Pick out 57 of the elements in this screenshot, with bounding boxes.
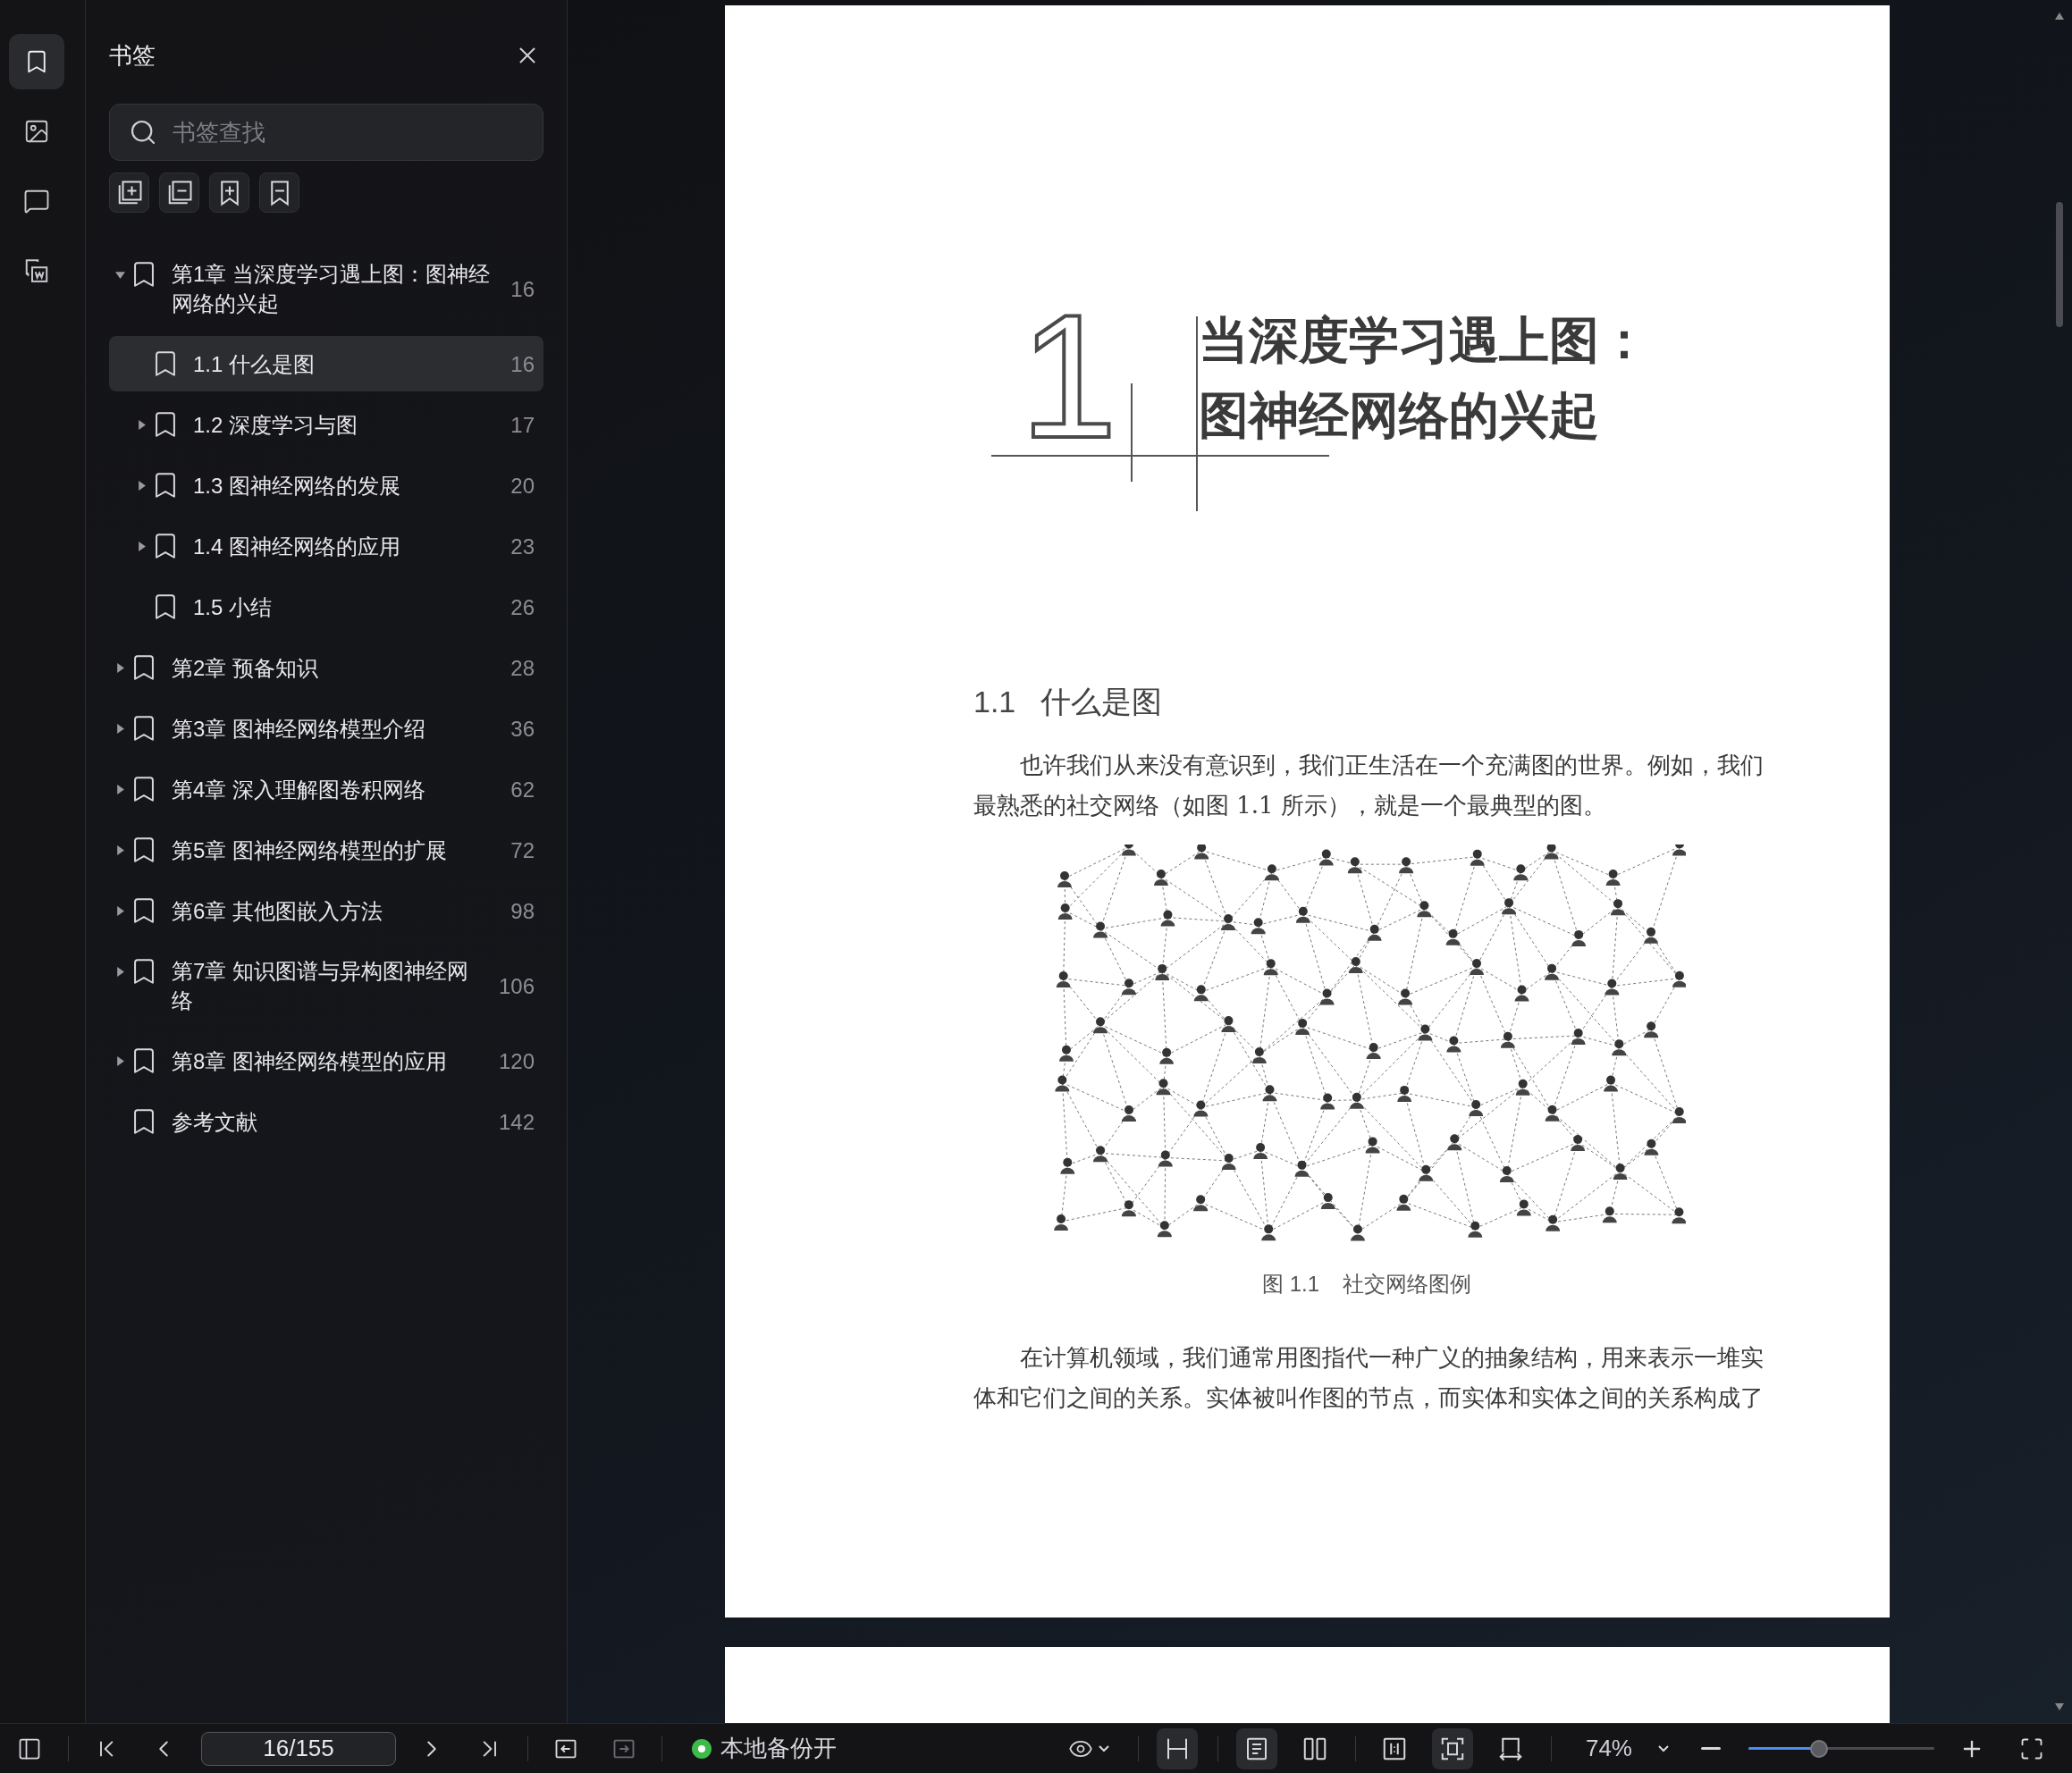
caret-icon <box>1099 1744 1110 1752</box>
section-number: 1.1 <box>973 684 1016 719</box>
bookmark-item[interactable]: 1.4 图神经网络的应用 23 <box>109 518 543 574</box>
tool-button[interactable] <box>259 172 299 213</box>
search-icon <box>129 118 157 147</box>
caret-right-icon[interactable] <box>114 663 125 673</box>
caret-down-icon[interactable] <box>114 270 125 280</box>
caret-right-icon[interactable] <box>114 724 125 734</box>
scroll-down-icon[interactable] <box>2055 1703 2064 1710</box>
bookmark-item[interactable]: 参考文献 142 <box>109 1094 543 1149</box>
chapter-number: 1 <box>1020 290 1117 465</box>
minus-icon <box>1701 1747 1721 1750</box>
layout-button[interactable] <box>1431 1727 1473 1769</box>
caret-right-icon[interactable] <box>136 481 147 491</box>
bookmark-item[interactable]: 第7章 知识图谱与异构图神经网络 106 <box>109 944 543 1028</box>
bookmark-item[interactable]: 第2章 预备知识 28 <box>109 640 543 695</box>
panel-title: 书签 <box>109 41 156 71</box>
bookmark-item[interactable]: 第3章 图神经网络模型介绍 36 <box>109 701 543 756</box>
figure-caption: 社交网络图例 <box>1343 1271 1471 1298</box>
caret-right-icon[interactable] <box>114 906 125 916</box>
layout-button[interactable] <box>1156 1727 1198 1769</box>
caret-icon <box>1658 1744 1669 1752</box>
paragraph: 在计算机领域，我们通常用图指代一种广义的抽象结构，用来表示一堆实 体和它们之间的关系。实体被叫作图的节点，而实体和实体之间的关系构成了 <box>973 1343 1765 1413</box>
caret-right-icon[interactable] <box>114 1056 125 1066</box>
image-icon <box>23 118 50 145</box>
figure-label: 图 1.1 <box>1262 1271 1319 1298</box>
chapter-title: 当深度学习遇上图： 图神经网络的兴起 <box>1199 309 1649 446</box>
bookmark-item[interactable]: 第5章 图神经网络模型的扩展 72 <box>109 822 543 878</box>
zoom-slider[interactable] <box>1748 1739 1934 1758</box>
caret-right-icon[interactable] <box>114 845 125 855</box>
bookmark-item[interactable]: 1.3 图神经网络的发展 20 <box>109 458 543 513</box>
bookmark-item[interactable]: 第8章 图神经网络模型的应用 120 <box>109 1033 543 1088</box>
slider-thumb[interactable] <box>1810 1739 1829 1758</box>
page-number-field[interactable]: 16/155 <box>201 1731 396 1766</box>
paragraph: 也许我们从来没有意识到，我们正生活在一个充满图的世界。例如，我们 最熟悉的社交网络（如图 1.1 所示），就是一个最典型的图。 <box>973 751 1765 820</box>
section-title: 什么是图 <box>1040 684 1163 719</box>
caret-right-icon[interactable] <box>136 420 147 430</box>
tool-button[interactable] <box>109 172 149 213</box>
sidebar-tab[interactable] <box>9 34 64 89</box>
bookmark-item[interactable]: 1.5 小结 26 <box>109 579 543 634</box>
scroll-up-icon[interactable] <box>2055 13 2064 20</box>
backup-status: 本地备份开 <box>720 1734 837 1763</box>
scrollbar-thumb[interactable] <box>2056 202 2063 327</box>
convert-icon <box>23 257 50 284</box>
comment-icon <box>23 188 50 214</box>
caret-right-icon[interactable] <box>114 785 125 794</box>
caret-right-icon[interactable] <box>136 542 147 551</box>
caret-right-icon[interactable] <box>114 967 125 977</box>
zoom-percentage: 74% <box>1585 1734 1632 1763</box>
bookmark-item[interactable]: 第4章 深入理解图卷积网络 62 <box>109 761 543 817</box>
layout-button[interactable] <box>1235 1727 1277 1769</box>
tool-button[interactable] <box>209 172 249 213</box>
bookmark-item[interactable]: 1.2 深度学习与图 17 <box>109 397 543 452</box>
bookmark-item[interactable]: 1.1 什么是图 16 <box>109 336 543 391</box>
search-field[interactable]: 书签查找 <box>109 104 543 161</box>
tool-button[interactable] <box>159 172 199 213</box>
bookmark-item[interactable]: 第6章 其他图嵌入方法 98 <box>109 883 543 938</box>
